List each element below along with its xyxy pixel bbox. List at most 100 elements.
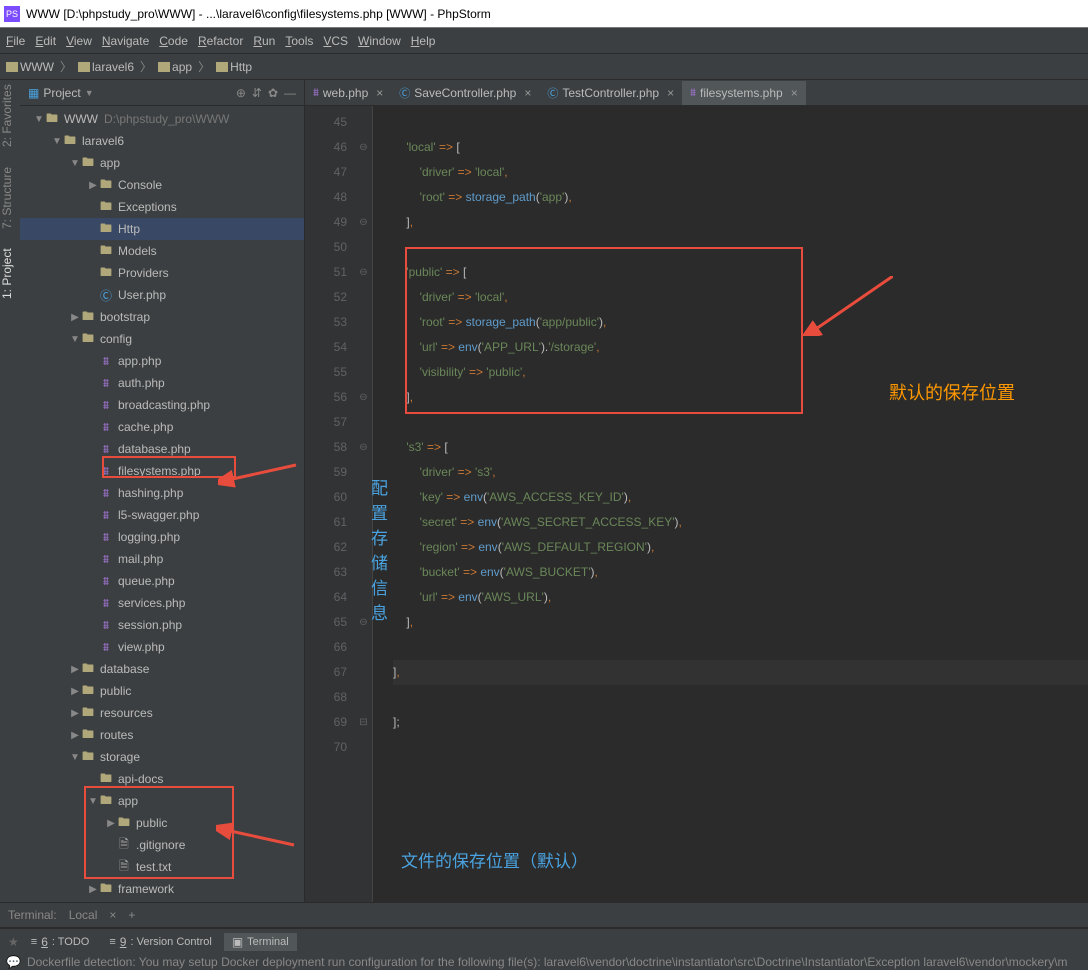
- fold-marker[interactable]: [355, 685, 372, 710]
- fold-marker[interactable]: [355, 235, 372, 260]
- code-line[interactable]: [393, 735, 1088, 760]
- tree-item[interactable]: ⩩auth.php: [20, 372, 304, 394]
- tree-item[interactable]: 🖿app: [20, 790, 304, 812]
- tree-item[interactable]: ⩩mail.php: [20, 548, 304, 570]
- chevron-right-icon[interactable]: [70, 664, 80, 675]
- code-content[interactable]: 默认的保存位置 配置存储信息 文件的保存位置（默认） 'local' => [ …: [373, 106, 1088, 902]
- terminal-header[interactable]: Terminal: Local × +: [0, 902, 1088, 928]
- menu-item[interactable]: Refactor: [198, 34, 243, 48]
- breadcrumb-item[interactable]: Http: [230, 60, 252, 74]
- menu-item[interactable]: Edit: [35, 34, 56, 48]
- tree-item[interactable]: 🖿framework: [20, 878, 304, 900]
- tree-item[interactable]: ⩩broadcasting.php: [20, 394, 304, 416]
- menu-item[interactable]: Window: [358, 34, 401, 48]
- code-line[interactable]: 'root' => storage_path('app'),: [393, 185, 1088, 210]
- close-icon[interactable]: ×: [524, 86, 531, 100]
- code-line[interactable]: ];: [393, 710, 1088, 735]
- code-line[interactable]: ],: [393, 385, 1088, 410]
- tree-item[interactable]: 🖿public: [20, 680, 304, 702]
- fold-marker[interactable]: [355, 560, 372, 585]
- add-terminal-icon[interactable]: +: [128, 908, 135, 922]
- tree-item[interactable]: 🖿app: [20, 152, 304, 174]
- chevron-down-icon[interactable]: [70, 334, 80, 345]
- tree-item[interactable]: ⩩app.php: [20, 350, 304, 372]
- tree-item[interactable]: 🖿routes: [20, 724, 304, 746]
- editor-tab[interactable]: ⒸTestController.php×: [539, 81, 682, 105]
- code-line[interactable]: 'local' => [: [393, 135, 1088, 160]
- menu-bar[interactable]: FileEditViewNavigateCodeRefactorRunTools…: [0, 28, 1088, 54]
- fold-marker[interactable]: [355, 110, 372, 135]
- tree-item[interactable]: ⩩filesystems.php: [20, 460, 304, 482]
- code-line[interactable]: 'url' => env('APP_URL').'/storage',: [393, 335, 1088, 360]
- code-line[interactable]: ],: [393, 660, 1088, 685]
- left-tool-tabs[interactable]: 1: Project7: Structure2: Favorites: [0, 80, 20, 902]
- chevron-right-icon[interactable]: [88, 884, 98, 895]
- fold-marker[interactable]: ⊟: [355, 710, 372, 735]
- tree-item[interactable]: ⩩hashing.php: [20, 482, 304, 504]
- tree-item[interactable]: ⩩database.php: [20, 438, 304, 460]
- tree-item[interactable]: 🗎.gitignore: [20, 834, 304, 856]
- code-line[interactable]: 'public' => [: [393, 260, 1088, 285]
- code-line[interactable]: 'url' => env('AWS_URL'),: [393, 585, 1088, 610]
- code-line[interactable]: [393, 685, 1088, 710]
- target-icon[interactable]: ⊕: [236, 86, 246, 100]
- editor-tab[interactable]: ⩩web.php×: [305, 81, 391, 105]
- chevron-down-icon[interactable]: [70, 158, 80, 169]
- tree-item[interactable]: 🖿Http: [20, 218, 304, 240]
- tree-item[interactable]: 🖿storage: [20, 746, 304, 768]
- collapse-icon[interactable]: ⇵: [252, 86, 262, 100]
- chevron-down-icon[interactable]: [88, 796, 98, 807]
- bottom-tab[interactable]: ≡ 9: Version Control: [101, 933, 219, 951]
- fold-marker[interactable]: [355, 410, 372, 435]
- project-label[interactable]: Project: [43, 86, 80, 100]
- chevron-right-icon[interactable]: [70, 686, 80, 697]
- fold-marker[interactable]: [355, 460, 372, 485]
- tree-item[interactable]: 🖿resources: [20, 702, 304, 724]
- code-line[interactable]: ],: [393, 610, 1088, 635]
- editor-tabs[interactable]: ⩩web.php×ⒸSaveController.php×ⒸTestContro…: [305, 80, 1088, 106]
- gear-icon[interactable]: ✿: [268, 86, 278, 100]
- tree-item[interactable]: 🖿bootstrap: [20, 306, 304, 328]
- editor-tab[interactable]: ⩩filesystems.php×: [682, 81, 806, 105]
- code-line[interactable]: 's3' => [: [393, 435, 1088, 460]
- side-tab[interactable]: 1: Project: [0, 249, 20, 300]
- fold-marker[interactable]: [355, 635, 372, 660]
- tree-item[interactable]: ⩩services.php: [20, 592, 304, 614]
- side-tab[interactable]: 7: Structure: [0, 167, 20, 229]
- fold-gutter[interactable]: ⊖⊖⊖⊖⊖⊖⊟: [355, 106, 373, 902]
- tree-item[interactable]: 🖿WWWD:\phpstudy_pro\WWW: [20, 108, 304, 130]
- code-line[interactable]: [393, 235, 1088, 260]
- fold-marker[interactable]: [355, 335, 372, 360]
- breadcrumb-item[interactable]: app: [172, 60, 192, 74]
- fold-marker[interactable]: [355, 160, 372, 185]
- tree-item[interactable]: 🖿Providers: [20, 262, 304, 284]
- fold-marker[interactable]: [355, 185, 372, 210]
- menu-item[interactable]: Code: [159, 34, 188, 48]
- tree-item[interactable]: ⩩l5-swagger.php: [20, 504, 304, 526]
- dropdown-icon[interactable]: ▼: [85, 88, 94, 98]
- menu-item[interactable]: VCS: [323, 34, 348, 48]
- chevron-down-icon[interactable]: [70, 752, 80, 763]
- chevron-right-icon[interactable]: [70, 708, 80, 719]
- code-line[interactable]: 'bucket' => env('AWS_BUCKET'),: [393, 560, 1088, 585]
- fold-marker[interactable]: ⊖: [355, 135, 372, 160]
- menu-item[interactable]: Tools: [285, 34, 313, 48]
- tree-item[interactable]: 🖿database: [20, 658, 304, 680]
- code-line[interactable]: 'root' => storage_path('app/public'),: [393, 310, 1088, 335]
- code-line[interactable]: 'visibility' => 'public',: [393, 360, 1088, 385]
- fold-marker[interactable]: ⊖: [355, 435, 372, 460]
- close-icon[interactable]: ×: [667, 86, 674, 100]
- tree-item[interactable]: 🖿Models: [20, 240, 304, 262]
- bottom-tab[interactable]: ≡ 6: TODO: [23, 933, 98, 951]
- editor-tab[interactable]: ⒸSaveController.php×: [391, 81, 539, 105]
- code-line[interactable]: 'key' => env('AWS_ACCESS_KEY_ID'),: [393, 485, 1088, 510]
- tree-item[interactable]: 🖿config: [20, 328, 304, 350]
- breadcrumb-item[interactable]: laravel6: [92, 60, 134, 74]
- close-icon[interactable]: ×: [376, 86, 383, 100]
- tree-item[interactable]: 🖿Console: [20, 174, 304, 196]
- chevron-right-icon[interactable]: [70, 730, 80, 741]
- chevron-down-icon[interactable]: [52, 136, 62, 147]
- code-line[interactable]: ],: [393, 210, 1088, 235]
- tree-item[interactable]: ⩩cache.php: [20, 416, 304, 438]
- tree-item[interactable]: ⩩session.php: [20, 614, 304, 636]
